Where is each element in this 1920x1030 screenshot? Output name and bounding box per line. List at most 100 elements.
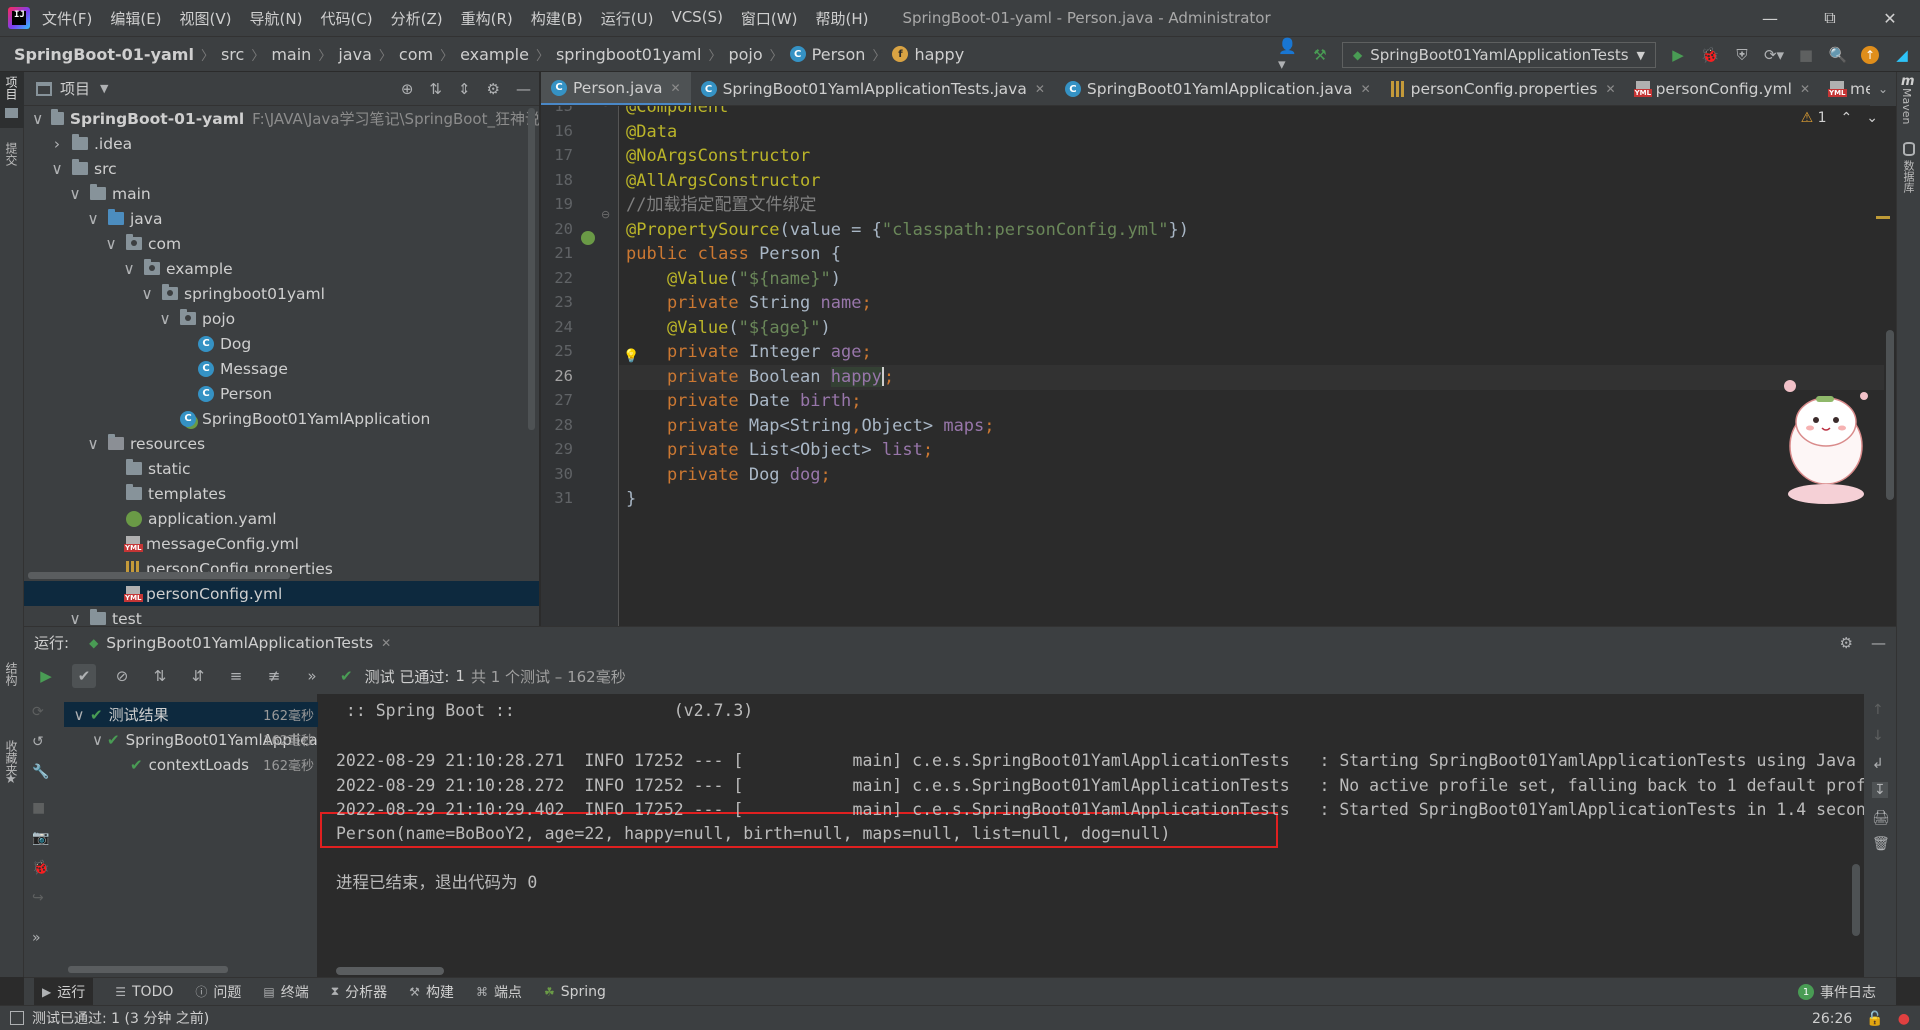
close-icon[interactable]: ✕ [1800,82,1810,96]
bottom-tool-run[interactable]: ▶ 运行 [34,977,94,1006]
menu-item[interactable]: 运行(U) [601,8,654,29]
more-icon[interactable]: » [32,930,41,946]
expand-all-icon[interactable]: ⇅ [429,80,442,98]
show-passed-icon[interactable]: ✔ [72,664,96,688]
menu-item[interactable]: 构建(B) [531,8,583,29]
gear-icon[interactable]: ⚙ [1840,634,1853,652]
debug-icon[interactable]: 🐞 [1700,45,1720,65]
code-line[interactable]: private Integer age; [626,340,872,365]
warning-indicator[interactable]: ⚠ 1 [1801,110,1827,126]
run-tab[interactable]: ◆ SpringBoot01YamlApplicationTests ✕ [89,634,391,652]
tree-item[interactable]: ∨ pojo [24,306,539,331]
close-icon[interactable]: ✕ [671,81,681,95]
up-arrow-icon[interactable]: ↑ [1872,702,1884,718]
bottom-tool-terminal[interactable]: ▤ 终端 [263,982,308,1002]
structure-tab[interactable]: 结构 [3,662,20,686]
console-output[interactable]: :: Spring Boot :: (v2.7.3) 2022-08-29 21:… [318,694,1864,977]
tree-item[interactable]: ∨ src [24,156,539,181]
code-line[interactable]: @NoArgsConstructor [626,144,810,169]
exit-icon[interactable]: ↪ [32,890,44,906]
menu-item[interactable]: 文件(F) [42,8,92,29]
menu-item[interactable]: 窗口(W) [741,8,798,29]
caret-position[interactable]: 26:26 [1812,1011,1852,1027]
wrench-icon[interactable]: 🔧 [32,764,49,780]
chevron-down-icon[interactable]: ∨ [104,235,118,253]
collapse-all-icon[interactable]: ⇕ [458,80,471,98]
locate-icon[interactable]: ⊕ [401,80,414,98]
tree-item[interactable]: ∨ resources [24,431,539,456]
chevron-down-icon[interactable]: ∨ [158,310,172,328]
bottom-tool-endpoints[interactable]: ⌘ 端点 [476,982,522,1002]
hide-icon[interactable]: — [516,80,531,98]
lightbulb-icon[interactable]: 💡 [623,349,639,364]
console-scrollbar[interactable] [1852,864,1860,936]
bottom-tool-spring[interactable]: ☘ Spring [544,984,606,1000]
tab-springboot01yamlapplication-java[interactable]: C SpringBoot01YamlApplication.java ✕ [1055,72,1381,105]
menu-item[interactable]: 代码(C) [320,8,372,29]
code-line[interactable]: private Date birth; [626,389,862,414]
breadcrumb-item[interactable]: com [399,45,433,64]
bottom-tool-todo[interactable]: ☰ TODO [115,984,173,1000]
close-icon[interactable]: ✕ [381,636,391,650]
code-line[interactable]: @Component [626,106,728,120]
menu-item[interactable]: 分析(Z) [391,8,443,29]
maven-tab[interactable]: Maven [1900,88,1913,124]
code-line[interactable]: private Boolean happy; [619,364,1884,390]
collapse-all-icon[interactable]: ≢ [262,664,286,688]
down-arrow-icon[interactable]: ↓ [1872,728,1884,744]
editor-scrollbar[interactable] [1886,330,1894,500]
tree-item[interactable]: C Dog [24,331,539,356]
chevron-down-icon[interactable]: ∨ [86,435,100,453]
gear-icon[interactable]: ⚙ [487,80,500,98]
commit-tab[interactable]: 提交 [3,142,20,166]
tree-item[interactable]: application.yaml [24,506,539,531]
code-line[interactable]: //加载指定配置文件绑定 [626,193,816,218]
tree-item[interactable]: ∨ springboot01yaml [24,281,539,306]
more-icon[interactable]: » [300,664,324,688]
code-editor[interactable]: 15 16 17 18 19 20 21 22 23 24 25 26 27 28 29 30 31 ⊖ ⊖ @Co… [541,106,1896,626]
trash-icon[interactable]: 🗑 [1872,836,1890,852]
tree-item[interactable]: ∨ test [24,606,539,627]
chevron-down-icon[interactable]: ▼ [100,82,108,95]
event-log-button[interactable]: 1 事件日志 [1798,978,1876,1006]
debug-icon[interactable]: 🐞 [32,860,49,876]
code-line[interactable]: private Map<String,Object> maps; [626,414,995,439]
test-node[interactable]: ∨✔SpringBoot01YamlApplicationTests162毫秒 [64,727,318,752]
code-line[interactable]: } [626,487,636,512]
code-line[interactable]: private String name; [626,291,872,316]
tab-person-java[interactable]: C Person.java ✕ [541,72,691,105]
chevron-down-icon[interactable]: ∨ [50,160,64,178]
menu-item[interactable]: 帮助(H) [815,8,868,29]
tree-item[interactable]: ∨ example [24,256,539,281]
code-line[interactable]: @Value("${age}") [626,316,831,341]
tree-item[interactable]: personConfig.yml [24,581,539,606]
bookmarks-tab[interactable]: 收藏夹 [3,740,20,776]
spring-bean-gutter-icon[interactable] [581,231,595,245]
chevron-down-icon[interactable]: ∨ [122,260,136,278]
breadcrumb-class[interactable]: C Person [789,45,865,64]
tree-item[interactable]: › .idea [24,131,539,156]
tree-item[interactable]: C Person [24,381,539,406]
project-tree-hscrollbar[interactable] [28,572,290,579]
code-line[interactable]: private Dog dog; [626,463,831,488]
minimize-icon[interactable]: — [1740,0,1800,36]
test-node[interactable]: ∨ ✔ 测试结果 162毫秒 [64,702,318,727]
bottom-tool-problems[interactable]: ⓘ 问题 [195,982,241,1002]
close-icon[interactable]: ✕ [1035,82,1045,96]
breadcrumb-item[interactable]: main [271,45,311,64]
project-panel-title[interactable]: 项目 [60,78,90,99]
sort-alpha-icon[interactable]: ⇅ [148,664,172,688]
code-line[interactable]: @Data [626,120,677,145]
expand-all-icon[interactable]: ≡ [224,664,248,688]
search-icon[interactable]: 🔍 [1828,45,1848,65]
plugin-icon[interactable]: ◢ [1892,45,1912,65]
chevron-down-icon[interactable]: ∨ [68,610,82,627]
tab-list-chevron-icon[interactable]: ⌄ [1870,72,1896,106]
close-icon[interactable]: ✕ [1606,82,1616,96]
tab-personconfig-properties[interactable]: personConfig.properties ✕ [1381,72,1626,105]
next-highlight-icon[interactable]: ⌄ [1866,110,1878,126]
tree-item[interactable]: C SpringBoot01YamlApplication [24,406,539,431]
tree-item[interactable]: ∨ java [24,206,539,231]
tree-item[interactable]: C Message [24,356,539,381]
project-tool-tab[interactable]: 项目 [0,72,24,128]
